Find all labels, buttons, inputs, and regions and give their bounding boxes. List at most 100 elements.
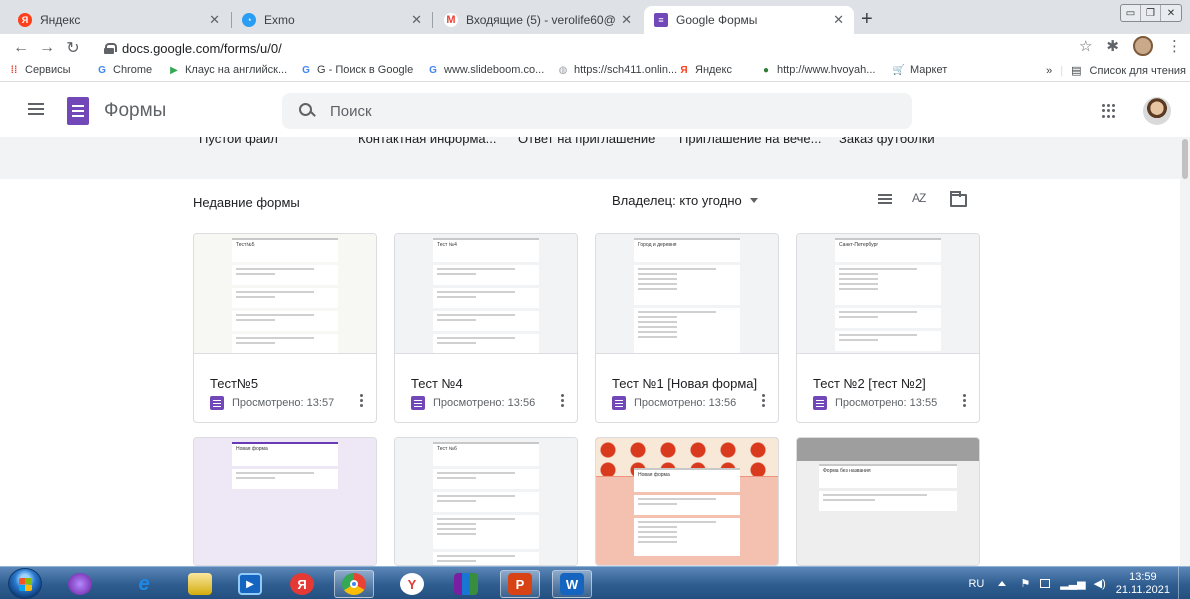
viewed-time: Просмотрено: 13:57	[232, 397, 335, 409]
app-name[interactable]: Формы	[104, 100, 166, 122]
form-card[interactable]: Санкт-Петербург Тест №2 [тест №2] Просмо…	[796, 233, 980, 423]
form-card[interactable]: Новая форма	[595, 437, 779, 566]
exmo-icon: ◔	[242, 13, 256, 27]
taskbar-ie[interactable]: e	[124, 570, 164, 598]
bookmark-slideboom[interactable]: G www.slideboom.co...	[427, 64, 544, 76]
thumb-title: Тест №6	[433, 442, 539, 466]
network-icon[interactable]: ▂▃▅	[1060, 577, 1085, 590]
language-indicator[interactable]: RU	[968, 578, 984, 590]
form-name: Тест №2 [тест №2]	[813, 376, 926, 391]
close-icon[interactable]: ✕	[833, 12, 844, 28]
tab-exmo[interactable]: ◔ Exmo ✕	[232, 6, 432, 34]
template-party-invite[interactable]: Приглашение на вече...	[679, 137, 821, 146]
extensions-icon[interactable]: ✱	[1106, 37, 1119, 55]
flag-icon[interactable]: ⚑	[1020, 577, 1030, 590]
taskbar-yandex-browser[interactable]: Y	[392, 570, 432, 598]
taskbar-explorer[interactable]	[180, 570, 220, 598]
main-menu-icon[interactable]	[28, 103, 44, 115]
bookmark-label: Маркет	[910, 64, 948, 76]
search-box[interactable]	[282, 93, 912, 129]
template-rsvp[interactable]: Ответ на приглашение	[518, 137, 655, 146]
sort-az-icon[interactable]: AZ	[912, 191, 926, 205]
forms-header: Формы	[0, 83, 1190, 137]
account-avatar[interactable]	[1143, 97, 1171, 125]
thumb-title: Город и деревня	[634, 238, 740, 262]
viewed-time: Просмотрено: 13:55	[835, 397, 938, 409]
form-name: Тест №4	[411, 376, 463, 391]
yandex-icon: Я	[680, 64, 688, 76]
close-icon[interactable]: ✕	[411, 12, 422, 28]
list-view-icon[interactable]	[878, 194, 892, 206]
taskbar-word[interactable]: W	[552, 570, 592, 598]
tab-yandex[interactable]: Я Яндекс ✕	[8, 6, 230, 34]
tab-title: Входящие (5) - verolife60@gmail	[466, 13, 616, 27]
scrollbar-thumb[interactable]	[1182, 139, 1188, 179]
forms-logo-icon[interactable]	[67, 97, 89, 125]
new-tab-button[interactable]: +	[861, 8, 873, 30]
folder-icon[interactable]	[950, 191, 967, 207]
taskbar-yandex[interactable]: Я	[282, 570, 322, 598]
restore-icon[interactable]: ❐	[1141, 5, 1161, 21]
tab-google-forms[interactable]: ≡ Google Формы ✕	[644, 6, 854, 34]
form-card[interactable]: Форма без названия	[796, 437, 980, 566]
bookmark-yandex[interactable]: Я Яндекс	[678, 64, 732, 76]
minimize-icon[interactable]: ▭	[1121, 5, 1141, 21]
template-contact-info[interactable]: Контактная информа...	[358, 137, 496, 146]
menu-dots-icon[interactable]: ⋮	[1167, 37, 1182, 55]
form-card[interactable]: Город и деревня Тест №1 [Новая форма] Пр…	[595, 233, 779, 423]
close-icon[interactable]: ✕	[621, 12, 632, 28]
google-apps-icon[interactable]	[1102, 104, 1116, 118]
page-scrollbar[interactable]	[1180, 137, 1190, 566]
bookmark-services[interactable]: ⁞⁞ Сервисы	[8, 64, 71, 76]
taskbar-media-player[interactable]: ▶	[230, 570, 270, 598]
more-options-icon[interactable]	[963, 394, 967, 410]
clock[interactable]: 13:59 21.11.2021	[1116, 571, 1170, 597]
show-hidden-icons[interactable]	[998, 581, 1007, 586]
bookmark-sch411[interactable]: ◍ https://sch411.onlin...	[557, 64, 678, 76]
battery-icon[interactable]	[1040, 579, 1051, 588]
form-thumbnail: Санкт-Петербург	[797, 234, 979, 354]
bookmark-chrome[interactable]: G Chrome	[96, 64, 152, 76]
template-tshirt-order[interactable]: Заказ футболки	[839, 137, 935, 146]
taskbar-winrar[interactable]	[446, 570, 486, 598]
form-card[interactable]: Тест№5 Тест№5 Просмотрено: 13:57	[193, 233, 377, 423]
reading-list-button[interactable]: Список для чтения	[1090, 65, 1186, 77]
star-icon[interactable]: ☆	[1079, 37, 1092, 55]
bookmark-klaus[interactable]: ▶ Клаус на английск...	[168, 64, 287, 76]
forward-arrow-icon[interactable]: →	[34, 35, 60, 61]
address-bar[interactable]: docs.google.com/forms/u/0/	[104, 36, 1064, 60]
form-thumbnail: Тест №4	[395, 234, 577, 354]
owner-filter-dropdown[interactable]: Владелец: кто угодно	[612, 193, 758, 208]
reload-icon[interactable]: ↻	[60, 35, 86, 61]
tab-gmail[interactable]: M Входящие (5) - verolife60@gmail ✕	[434, 6, 642, 34]
bookmark-hvoyah[interactable]: ● http://www.hvoyah...	[760, 64, 875, 76]
start-button[interactable]	[8, 568, 42, 599]
bookmark-google-search[interactable]: G G - Поиск в Google	[300, 64, 413, 76]
form-card[interactable]: Тест №4 Тест №4 Просмотрено: 13:56	[394, 233, 578, 423]
close-window-icon[interactable]: ✕	[1161, 5, 1181, 21]
more-options-icon[interactable]	[762, 394, 766, 410]
taskbar-app[interactable]	[60, 570, 100, 598]
bookmark-label: Сервисы	[25, 64, 71, 76]
file-explorer-icon	[188, 573, 212, 595]
back-arrow-icon[interactable]: ←	[8, 35, 34, 61]
template-blank[interactable]: Пустой файл	[199, 137, 278, 146]
show-desktop-button[interactable]	[1178, 567, 1190, 599]
divider: |	[1060, 64, 1064, 77]
taskbar-powerpoint[interactable]: P	[500, 570, 540, 598]
search-input[interactable]	[330, 102, 830, 120]
close-icon[interactable]: ✕	[209, 12, 220, 28]
form-meta: Просмотрено: 13:55	[813, 396, 937, 410]
search-icon[interactable]	[282, 93, 322, 129]
taskbar-chrome[interactable]	[334, 570, 374, 598]
form-card[interactable]: Тест №6	[394, 437, 578, 566]
more-options-icon[interactable]	[360, 394, 364, 410]
profile-avatar[interactable]	[1133, 36, 1153, 56]
powerpoint-icon: P	[508, 573, 532, 595]
volume-icon[interactable]: ◀)	[1094, 577, 1106, 590]
more-options-icon[interactable]	[561, 394, 565, 410]
browser-toolbar: ← → ↻ docs.google.com/forms/u/0/ ☆ ✱ ⋮	[0, 34, 1190, 62]
bookmarks-overflow-button[interactable]: »	[1046, 65, 1052, 77]
bookmark-market[interactable]: 🛒 Маркет	[893, 64, 947, 76]
form-card[interactable]: Новая форма	[193, 437, 377, 566]
